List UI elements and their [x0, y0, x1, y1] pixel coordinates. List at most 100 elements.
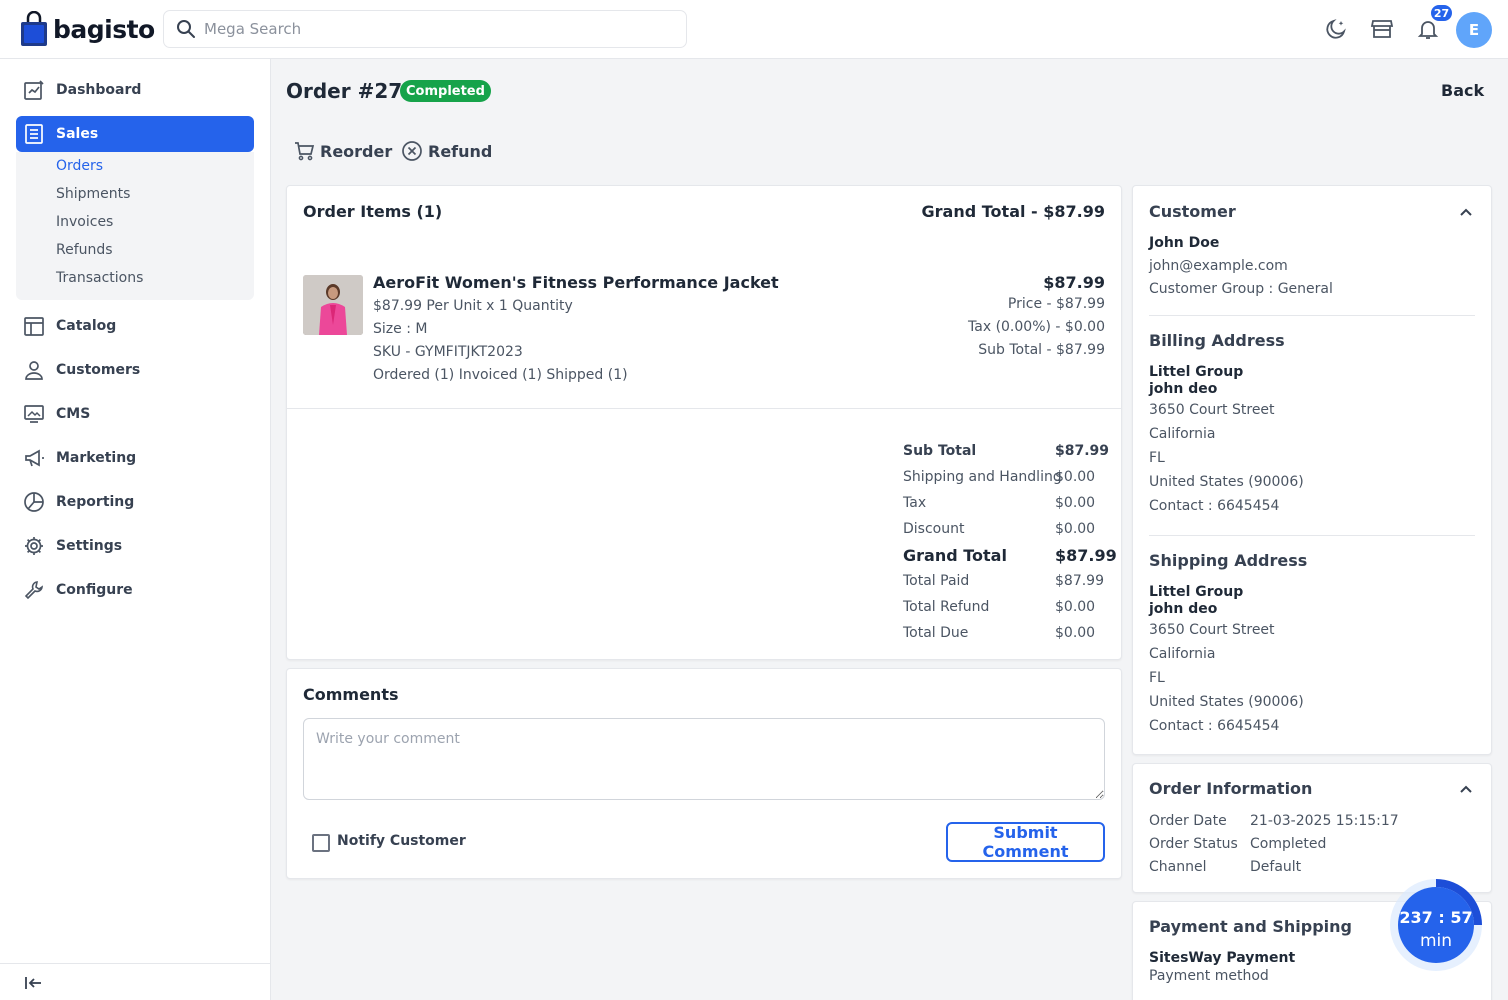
- dashboard-icon: [24, 80, 44, 100]
- user-icon: [25, 361, 43, 380]
- sidebar-item-cms[interactable]: CMS: [16, 396, 254, 432]
- gear-icon: [25, 537, 43, 555]
- sidebar-item-reporting[interactable]: Reporting: [16, 484, 254, 520]
- product-size: Size : M: [373, 321, 428, 337]
- customer-card: Customer John Doe john@example.com Custo…: [1132, 185, 1492, 755]
- order-status-value: Completed: [1250, 836, 1327, 852]
- totals-label: Grand Total: [903, 546, 1007, 565]
- channel-value: Default: [1250, 859, 1302, 875]
- totals-value: $87.99: [1055, 573, 1104, 589]
- shipping-street: 3650 Court Street: [1149, 622, 1275, 638]
- notify-customer-checkbox[interactable]: [312, 834, 330, 852]
- submenu-transactions[interactable]: Transactions: [56, 270, 143, 286]
- order-date-value: 21-03-2025 15:15:17: [1250, 813, 1399, 829]
- notify-customer-label[interactable]: Notify Customer: [337, 833, 466, 849]
- totals-value: $87.99: [1055, 443, 1110, 459]
- search-box[interactable]: [163, 10, 687, 48]
- product-sku: SKU - GYMFITJKT2023: [373, 344, 523, 360]
- storefront-icon[interactable]: [1370, 17, 1394, 41]
- reorder-label: Reorder: [320, 141, 393, 161]
- brand-name: bagisto: [53, 14, 155, 44]
- notification-count-badge: 27: [1430, 4, 1453, 22]
- sidebar-item-customers[interactable]: Customers: [16, 352, 254, 388]
- submenu-refunds[interactable]: Refunds: [56, 242, 113, 258]
- comments-card: Comments Notify Customer Submit Comment: [286, 668, 1122, 879]
- refund-button[interactable]: Refund: [401, 140, 492, 162]
- shipping-country: United States (90006): [1149, 694, 1304, 710]
- customer-title: Customer: [1149, 202, 1236, 221]
- totals-label: Shipping and Handling: [903, 469, 1062, 485]
- product-image[interactable]: [303, 275, 363, 335]
- chevron-up-icon[interactable]: [1457, 781, 1475, 799]
- divider: [287, 408, 1121, 409]
- grand-total-heading: Grand Total - $87.99: [921, 202, 1105, 221]
- chevron-up-icon[interactable]: [1457, 204, 1475, 222]
- totals-value: $87.99: [1055, 546, 1117, 565]
- cancel-circle-icon: [402, 141, 422, 161]
- brand-logo[interactable]: bagisto: [20, 11, 155, 47]
- totals-label: Discount: [903, 521, 965, 537]
- dark-mode-icon[interactable]: [1324, 17, 1348, 41]
- submenu-shipments[interactable]: Shipments: [56, 186, 130, 202]
- timer-unit: min: [1419, 931, 1453, 951]
- customer-name: John Doe: [1149, 235, 1220, 251]
- product-name[interactable]: AeroFit Women's Fitness Performance Jack…: [373, 273, 779, 292]
- page-title: Order #27: [286, 79, 403, 103]
- search-input[interactable]: [204, 20, 684, 38]
- sidebar-item-dashboard[interactable]: Dashboard: [16, 72, 254, 108]
- shipping-contact: Contact : 6645454: [1149, 718, 1280, 734]
- search-icon: [177, 20, 195, 38]
- status-badge: Completed: [400, 80, 491, 102]
- reorder-button[interactable]: Reorder: [293, 140, 392, 162]
- billing-country: United States (90006): [1149, 474, 1304, 490]
- payment-method-name: SitesWay Payment: [1149, 950, 1296, 966]
- billing-street: 3650 Court Street: [1149, 402, 1275, 418]
- product-photo-icon: [303, 275, 363, 335]
- item-price: Price - $87.99: [1007, 296, 1105, 312]
- sidebar-item-label: Sales: [56, 126, 99, 142]
- submit-comment-button[interactable]: Submit Comment: [946, 822, 1105, 862]
- sidebar-item-configure[interactable]: Configure: [16, 572, 254, 608]
- sidebar-item-settings[interactable]: Settings: [16, 528, 254, 564]
- user-avatar[interactable]: E: [1456, 12, 1492, 48]
- unit-quantity: $87.99 Per Unit x 1 Quantity: [373, 298, 573, 314]
- divider: [1149, 315, 1475, 316]
- back-link[interactable]: Back: [1441, 81, 1484, 100]
- shopping-bag-icon: [21, 11, 47, 46]
- totals-label: Total Due: [903, 625, 969, 641]
- sidebar-item-label: Settings: [56, 538, 123, 554]
- sidebar-item-label: Configure: [56, 582, 133, 598]
- totals-label: Tax: [903, 495, 927, 511]
- shipping-city: California: [1149, 646, 1216, 662]
- sidebar-item-marketing[interactable]: Marketing: [16, 440, 254, 476]
- sidebar-item-sales[interactable]: Sales: [16, 116, 254, 152]
- shipping-company: Littel Group: [1149, 584, 1244, 600]
- wrench-icon: [24, 581, 43, 600]
- megaphone-icon: [25, 449, 44, 467]
- cart-icon: [295, 142, 315, 161]
- sidebar-item-catalog[interactable]: Catalog: [16, 308, 254, 344]
- shipping-title: Shipping Address: [1149, 551, 1308, 570]
- billing-company: Littel Group: [1149, 364, 1244, 380]
- order-items-title: Order Items (1): [303, 202, 443, 221]
- payment-method-label: Payment method: [1149, 968, 1269, 984]
- item-total: $87.99: [1043, 273, 1105, 292]
- sidebar-item-label: CMS: [56, 406, 91, 422]
- totals-value: $0.00: [1055, 599, 1096, 615]
- shipping-name: john deo: [1149, 601, 1218, 617]
- totals-value: $0.00: [1055, 495, 1096, 511]
- billing-city: California: [1149, 426, 1216, 442]
- billing-title: Billing Address: [1149, 331, 1285, 350]
- sales-receipt-icon: [25, 124, 43, 144]
- sales-submenu: Orders Shipments Invoices Refunds Transa…: [16, 152, 254, 300]
- submenu-orders[interactable]: Orders: [56, 158, 103, 174]
- totals-label: Sub Total: [903, 443, 977, 459]
- totals-label: Total Refund: [903, 599, 990, 615]
- comment-textarea[interactable]: [303, 718, 1105, 800]
- countdown-timer: 237 : 57 min: [1397, 908, 1475, 951]
- customer-group: Customer Group : General: [1149, 281, 1333, 297]
- submenu-invoices[interactable]: Invoices: [56, 214, 113, 230]
- sidebar-item-label: Catalog: [56, 318, 117, 334]
- collapse-sidebar-icon[interactable]: [23, 973, 43, 993]
- shipping-state: FL: [1149, 670, 1165, 686]
